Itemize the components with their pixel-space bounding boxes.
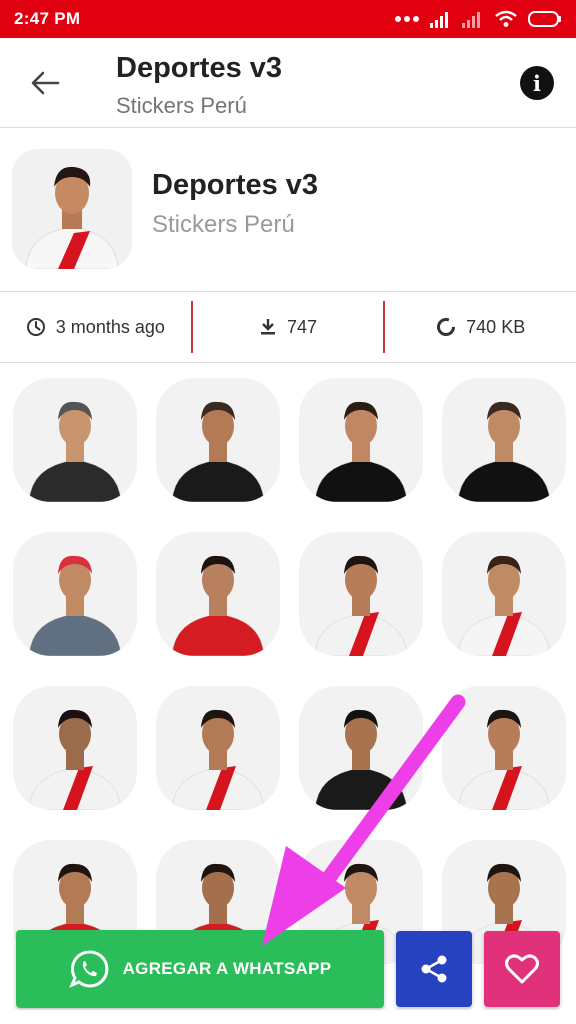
sticker-coach-red-cap[interactable] <box>13 532 137 656</box>
sticker-player-jersey-serious[interactable] <box>299 532 423 656</box>
download-icon <box>260 319 275 335</box>
sticker-grid <box>13 378 566 964</box>
pack-header: Deportes v3 Stickers Perú <box>0 129 576 291</box>
pack-stats: 3 months ago 747 740 KB <box>0 291 576 363</box>
page-title: Deportes v3 <box>116 52 283 84</box>
tray-icon-image <box>12 149 132 269</box>
sticker-woman-coach-pointing[interactable] <box>156 378 280 502</box>
whatsapp-icon <box>68 950 108 988</box>
add-to-whatsapp-button[interactable]: AGREGAR A WHATSAPP <box>16 930 384 1008</box>
arrow-back-icon <box>31 71 60 95</box>
wifi-icon <box>495 10 517 27</box>
add-to-whatsapp-label: AGREGAR A WHATSAPP <box>122 959 332 978</box>
pack-title: Deportes v3 <box>152 169 319 201</box>
back-button[interactable] <box>24 64 66 102</box>
sticker-player-running-9[interactable] <box>156 686 280 810</box>
info-icon: i <box>533 70 541 96</box>
favorite-button[interactable] <box>484 931 560 1007</box>
stat-updated: 3 months ago <box>0 292 191 362</box>
storage-icon <box>437 318 456 336</box>
updated-text: 3 months ago <box>55 316 165 337</box>
page-subtitle: Stickers Perú <box>116 93 247 118</box>
signal-icon <box>462 12 480 28</box>
sticker-coach-thinking[interactable] <box>299 378 423 502</box>
stat-downloads: 747 <box>193 292 384 362</box>
status-time: 2:47 PM <box>14 9 81 28</box>
app-bar: Deportes v3 Stickers Perú i <box>0 38 576 128</box>
sticker-coach-hand-chin[interactable] <box>442 378 566 502</box>
player-avatar-image <box>12 149 132 269</box>
sticker-player-waving[interactable] <box>442 686 566 810</box>
pack-publisher: Stickers Perú <box>152 211 295 238</box>
share-icon <box>421 955 447 983</box>
size-text: 740 KB <box>466 316 526 337</box>
heart-icon <box>505 954 539 984</box>
signal-icon <box>430 12 448 28</box>
dots-icon <box>395 16 419 22</box>
downloads-text: 747 <box>286 316 318 337</box>
next-row-peek <box>0 1010 576 1024</box>
sticker-player-heart-hands[interactable] <box>299 686 423 810</box>
sticker-player-thumbs-up[interactable] <box>442 532 566 656</box>
stat-size: 740 KB <box>385 292 576 362</box>
sticker-pack-screen: 2:47 PM Deportes v3 Stickers Perú i Depo… <box>0 0 576 1024</box>
share-button[interactable] <box>396 931 472 1007</box>
sticker-player-hands-face[interactable] <box>156 532 280 656</box>
sticker-player-jersey-5[interactable] <box>13 686 137 810</box>
sticker-coach-clapping[interactable] <box>13 378 137 502</box>
clock-icon <box>26 318 45 336</box>
status-bar: 2:47 PM <box>0 0 576 38</box>
status-icons <box>394 10 562 28</box>
battery-icon <box>528 11 561 27</box>
info-button[interactable]: i <box>520 66 554 100</box>
